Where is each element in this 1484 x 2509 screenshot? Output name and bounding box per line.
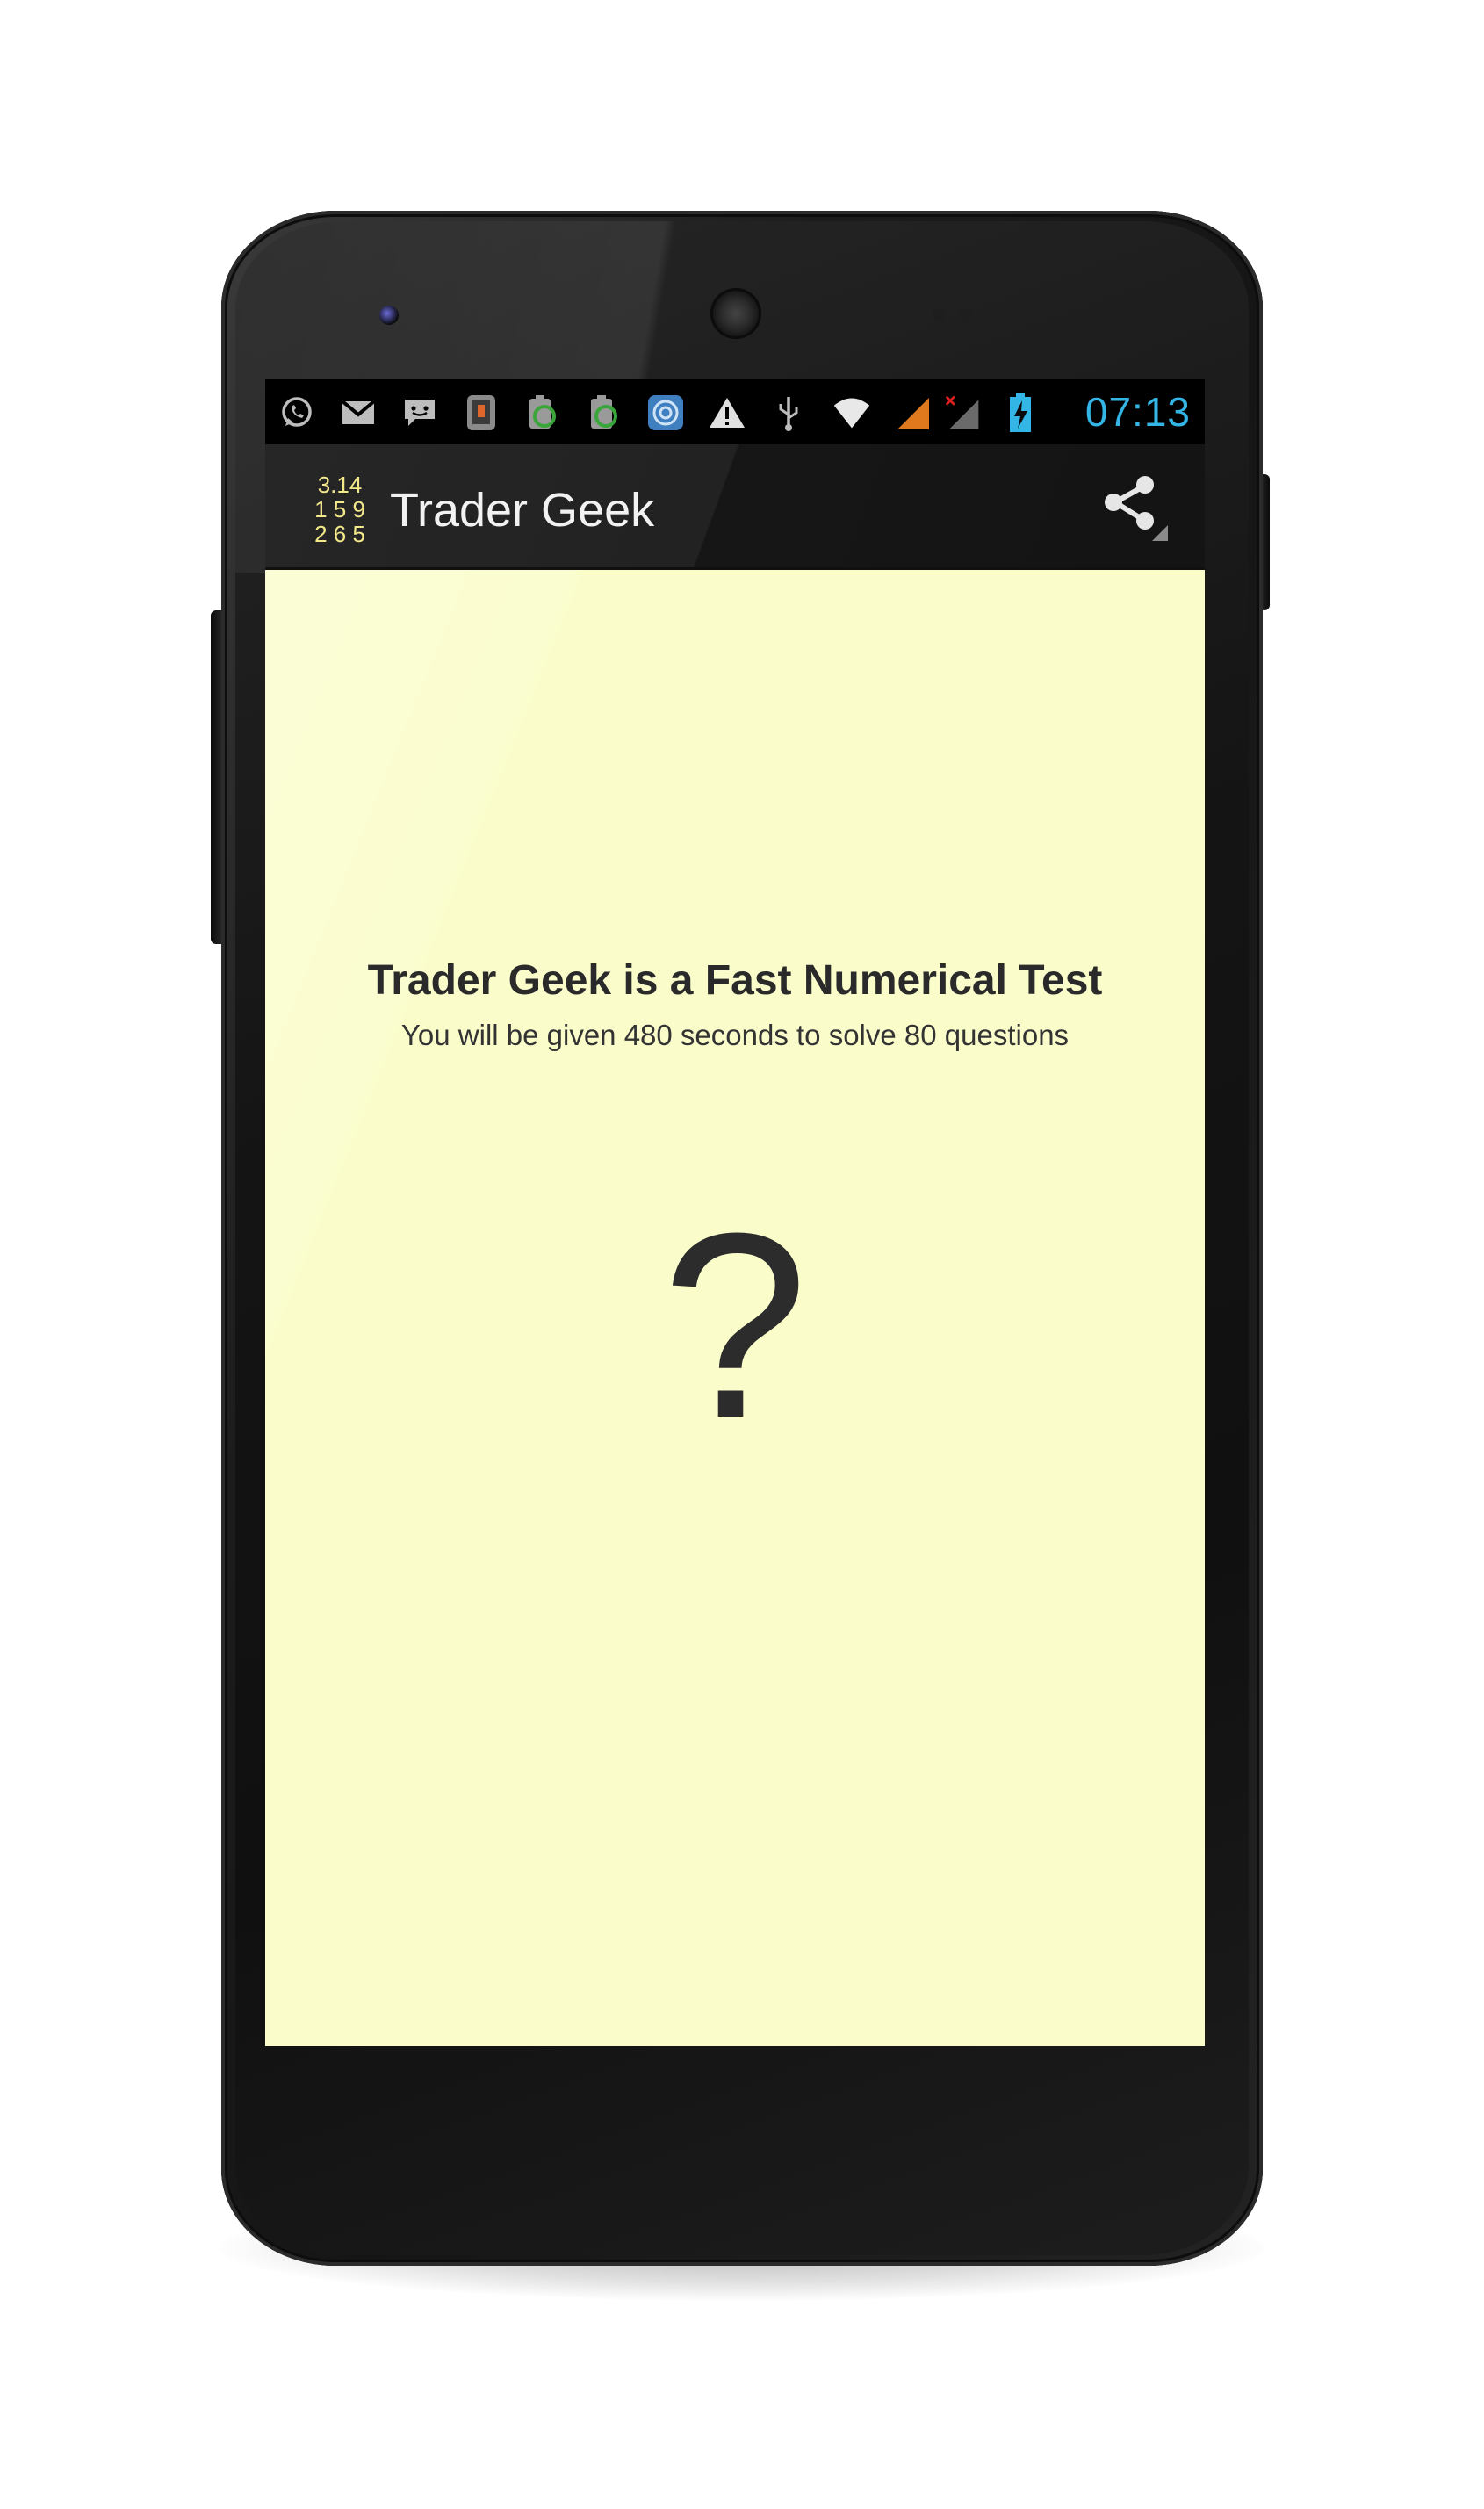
battery-charging-icon xyxy=(1001,393,1040,432)
device-frame-stage: 07:13 3.14 1 5 9 2 6 5 Trader Geek Trade… xyxy=(0,0,1484,2509)
no-signal-icon xyxy=(943,393,982,432)
wifi-icon xyxy=(832,393,871,432)
intro-description: You will be given 480 seconds to solve 8… xyxy=(400,1019,1070,1051)
gmail-icon xyxy=(339,393,378,432)
main-content: Trader Geek is a Fast Numerical Test You… xyxy=(265,570,1205,2046)
share-icon xyxy=(1092,465,1171,549)
chat-icon xyxy=(400,393,439,432)
earpiece-speaker xyxy=(710,288,761,339)
app-title: Trader Geek xyxy=(390,484,655,537)
battery-saver-icon xyxy=(523,393,562,432)
signal-icon xyxy=(894,393,933,432)
warning-icon xyxy=(708,393,746,432)
battery-saver-icon xyxy=(585,393,623,432)
screen: 07:13 3.14 1 5 9 2 6 5 Trader Geek Trade… xyxy=(265,379,1205,2046)
app-logo-icon[interactable]: 3.14 1 5 9 2 6 5 xyxy=(305,472,375,546)
status-time: 07:13 xyxy=(1084,389,1191,435)
phone-app-icon xyxy=(462,393,501,432)
share-button[interactable] xyxy=(1084,458,1180,555)
whatsapp-icon xyxy=(277,393,316,432)
usb-icon xyxy=(769,393,808,432)
proximity-sensor xyxy=(933,309,945,321)
light-sensor xyxy=(961,309,973,321)
start-question-button[interactable]: ? xyxy=(265,1185,1205,1466)
front-camera xyxy=(379,306,399,325)
intro-headline: Trader Geek is a Fast Numerical Test xyxy=(367,957,1103,1004)
status-bar: 07:13 xyxy=(265,379,1205,444)
target-app-icon xyxy=(646,393,685,432)
